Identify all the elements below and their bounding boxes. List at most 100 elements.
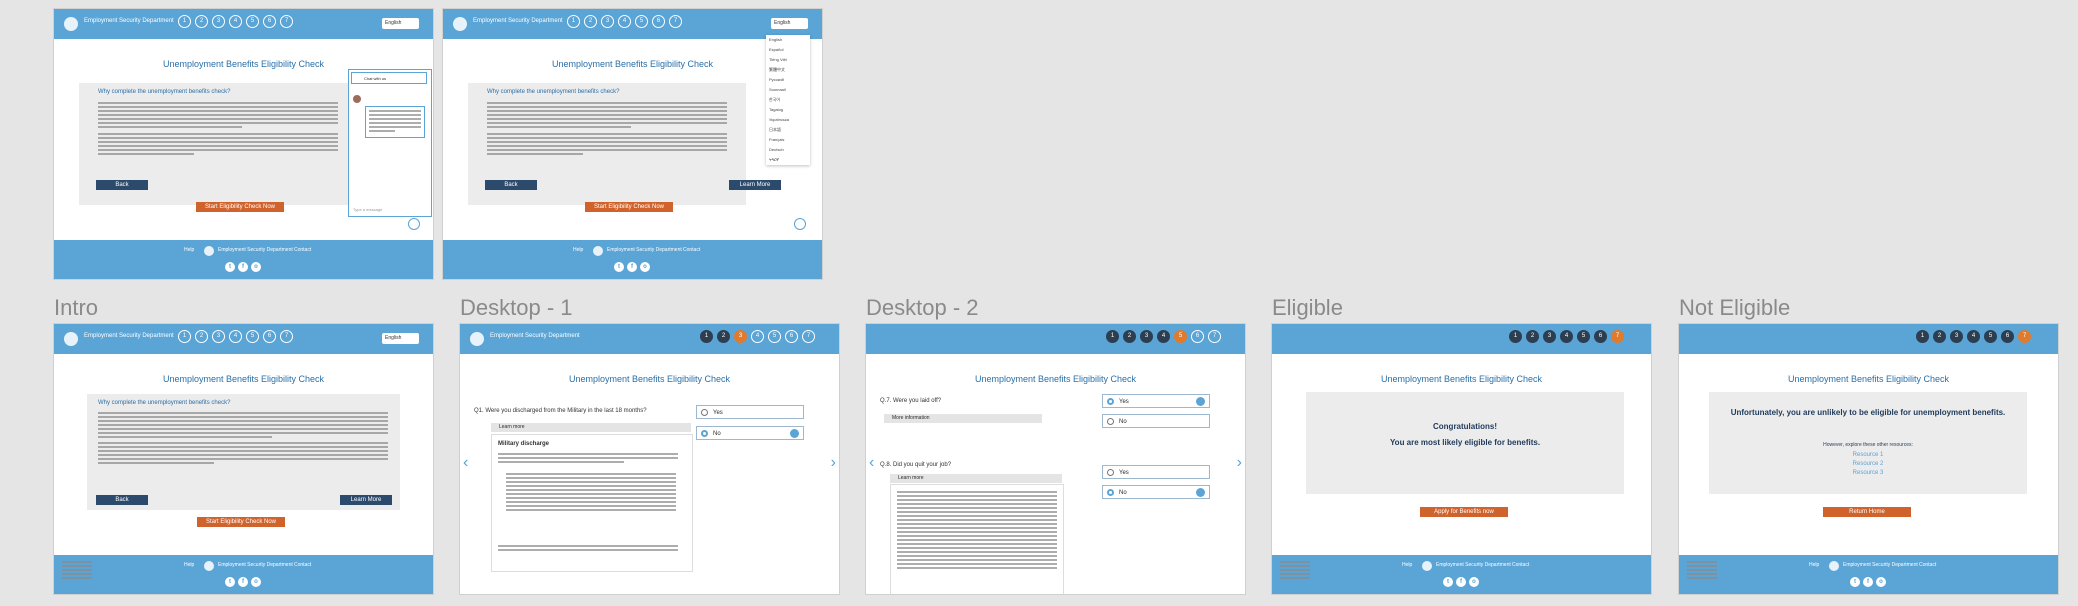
step-icon[interactable]: 7 xyxy=(2018,330,2031,343)
step-icon[interactable]: 1 xyxy=(700,330,713,343)
start-check-button[interactable]: Start Eligibility Check Now xyxy=(196,202,284,212)
step-icon[interactable]: 3 xyxy=(734,330,747,343)
option-yes[interactable]: Yes xyxy=(696,405,804,419)
step-icon[interactable]: 1 xyxy=(1916,330,1929,343)
footer-help-link[interactable]: Help xyxy=(1402,562,1412,568)
footer-help-link[interactable]: Help xyxy=(184,247,194,253)
q7-option-yes[interactable]: Yes xyxy=(1102,394,1210,408)
twitter-icon[interactable]: t xyxy=(225,577,235,587)
footer-contact-link[interactable]: Contact xyxy=(1919,562,1936,568)
footer-help-link[interactable]: Help xyxy=(573,247,583,253)
footer-contact-link[interactable]: Contact xyxy=(294,247,311,253)
q8-option-yes[interactable]: Yes xyxy=(1102,465,1210,479)
language-option[interactable]: ትግርኛ xyxy=(766,155,810,165)
step-icon[interactable]: 3 xyxy=(1950,330,1963,343)
step-icon[interactable]: 4 xyxy=(229,15,242,28)
facebook-icon[interactable]: f xyxy=(238,577,248,587)
step-icon[interactable]: 6 xyxy=(263,330,276,343)
resource-link[interactable]: Resource 2 xyxy=(1709,461,2027,467)
instagram-icon[interactable]: o xyxy=(1876,577,1886,587)
step-icon[interactable]: 5 xyxy=(1984,330,1997,343)
step-icon[interactable]: 3 xyxy=(212,15,225,28)
language-option[interactable]: Українська xyxy=(766,115,810,125)
return-home-button[interactable]: Return Home xyxy=(1823,507,1911,517)
step-icon[interactable]: 6 xyxy=(2001,330,2014,343)
back-button[interactable]: Back xyxy=(96,495,148,505)
resource-link[interactable]: Resource 3 xyxy=(1709,470,2027,476)
language-option[interactable]: Deutsch xyxy=(766,145,810,155)
more-info-accordion[interactable]: More information xyxy=(884,414,1042,423)
twitter-icon[interactable]: t xyxy=(614,262,624,272)
footer-contact-link[interactable]: Contact xyxy=(1512,562,1529,568)
step-icon[interactable]: 1 xyxy=(1509,330,1522,343)
step-icon[interactable]: 3 xyxy=(1543,330,1556,343)
step-icon[interactable]: 5 xyxy=(1174,330,1187,343)
facebook-icon[interactable]: f xyxy=(627,262,637,272)
twitter-icon[interactable]: t xyxy=(225,262,235,272)
footer-help-link[interactable]: Help xyxy=(184,562,194,568)
step-icon[interactable]: 2 xyxy=(1526,330,1539,343)
step-icon[interactable]: 6 xyxy=(652,15,665,28)
instagram-icon[interactable]: o xyxy=(640,262,650,272)
next-arrow-icon[interactable]: › xyxy=(831,454,836,472)
step-icon[interactable]: 7 xyxy=(280,330,293,343)
instagram-icon[interactable]: o xyxy=(251,262,261,272)
next-arrow-icon[interactable]: › xyxy=(1237,454,1242,472)
step-icon[interactable]: 5 xyxy=(246,330,259,343)
prev-arrow-icon[interactable]: ‹ xyxy=(463,454,468,472)
step-icon[interactable]: 2 xyxy=(717,330,730,343)
language-select[interactable]: English xyxy=(382,18,419,29)
start-check-button[interactable]: Start Eligibility Check Now xyxy=(585,202,673,212)
step-icon[interactable]: 7 xyxy=(669,15,682,28)
chat-toggle-icon[interactable] xyxy=(408,218,420,230)
step-icon[interactable]: 1 xyxy=(567,15,580,28)
learn-more-accordion[interactable]: Learn more xyxy=(491,423,691,432)
language-option[interactable]: Tagalog xyxy=(766,105,810,115)
step-icon[interactable]: 3 xyxy=(212,330,225,343)
step-icon[interactable]: 4 xyxy=(1157,330,1170,343)
resource-link[interactable]: Resource 1 xyxy=(1709,452,2027,458)
step-icon[interactable]: 4 xyxy=(1560,330,1573,343)
step-icon[interactable]: 7 xyxy=(802,330,815,343)
language-option[interactable]: Русский xyxy=(766,75,810,85)
step-icon[interactable]: 4 xyxy=(229,330,242,343)
footer-help-link[interactable]: Help xyxy=(1809,562,1819,568)
step-icon[interactable]: 4 xyxy=(618,15,631,28)
step-icon[interactable]: 5 xyxy=(768,330,781,343)
q7-option-no[interactable]: No xyxy=(1102,414,1210,428)
back-button[interactable]: Back xyxy=(485,180,537,190)
learn-more-button[interactable]: Learn More xyxy=(340,495,392,505)
language-option[interactable]: Español xyxy=(766,45,810,55)
step-icon[interactable]: 6 xyxy=(1594,330,1607,343)
step-icon[interactable]: 1 xyxy=(1106,330,1119,343)
language-option[interactable]: 한국어 xyxy=(766,95,810,105)
step-icon[interactable]: 7 xyxy=(1208,330,1221,343)
instagram-icon[interactable]: o xyxy=(1469,577,1479,587)
facebook-icon[interactable]: f xyxy=(1863,577,1873,587)
facebook-icon[interactable]: f xyxy=(238,262,248,272)
language-option[interactable]: English xyxy=(766,35,810,45)
step-icon[interactable]: 6 xyxy=(1191,330,1204,343)
instagram-icon[interactable]: o xyxy=(251,577,261,587)
step-icon[interactable]: 1 xyxy=(178,330,191,343)
q8-option-no[interactable]: No xyxy=(1102,485,1210,499)
step-icon[interactable]: 5 xyxy=(635,15,648,28)
language-select[interactable]: English xyxy=(771,18,808,29)
footer-contact-link[interactable]: Contact xyxy=(683,247,700,253)
step-icon[interactable]: 3 xyxy=(601,15,614,28)
facebook-icon[interactable]: f xyxy=(1456,577,1466,587)
language-select[interactable]: English xyxy=(382,333,419,344)
prev-arrow-icon[interactable]: ‹ xyxy=(869,454,874,472)
step-icon[interactable]: 2 xyxy=(1123,330,1136,343)
step-icon[interactable]: 2 xyxy=(584,15,597,28)
twitter-icon[interactable]: t xyxy=(1443,577,1453,587)
step-icon[interactable]: 2 xyxy=(1933,330,1946,343)
step-icon[interactable]: 6 xyxy=(785,330,798,343)
twitter-icon[interactable]: t xyxy=(1850,577,1860,587)
step-icon[interactable]: 1 xyxy=(178,15,191,28)
step-icon[interactable]: 2 xyxy=(195,330,208,343)
step-icon[interactable]: 3 xyxy=(1140,330,1153,343)
language-option[interactable]: Français xyxy=(766,135,810,145)
step-icon[interactable]: 7 xyxy=(280,15,293,28)
apply-button[interactable]: Apply for Benefits now xyxy=(1420,507,1508,517)
